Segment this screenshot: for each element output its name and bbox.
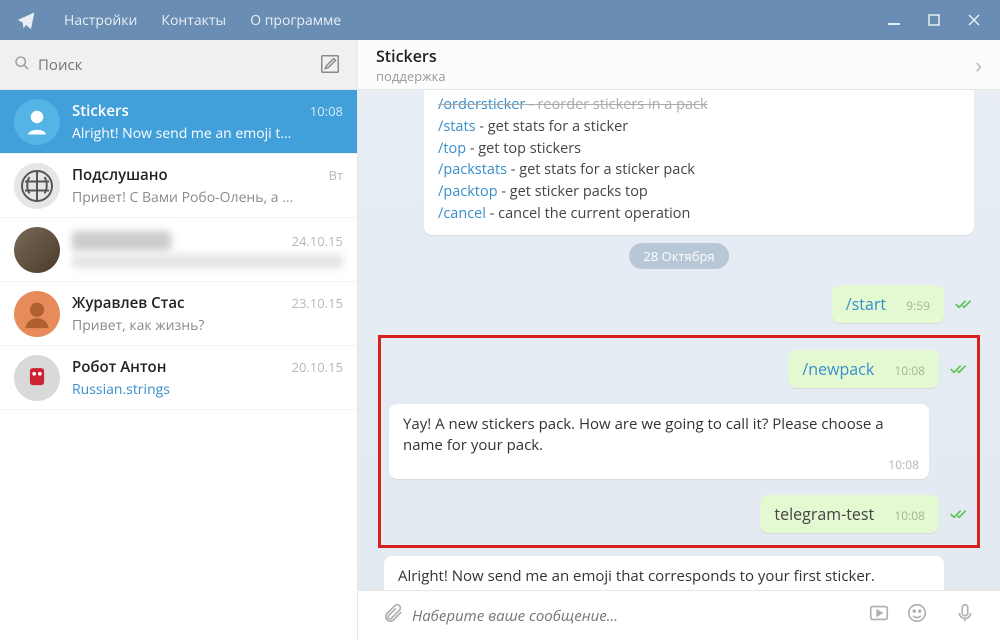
- chat-name: Stickers: [72, 101, 129, 121]
- chat-item-stickers[interactable]: Stickers 10:08 Alright! Now send me an em…: [0, 90, 357, 154]
- avatar: [14, 163, 60, 209]
- compose-icon[interactable]: [319, 53, 343, 77]
- chat-time: 10:08: [310, 102, 343, 120]
- message-time: 9:59: [906, 297, 930, 314]
- command-link[interactable]: /cancel: [438, 204, 486, 223]
- menu-contacts[interactable]: Контакты: [149, 11, 238, 30]
- chat-time: 20.10.15: [292, 358, 343, 376]
- menu-settings[interactable]: Настройки: [52, 11, 149, 30]
- command-link[interactable]: /packstats: [438, 160, 507, 179]
- minimize-icon[interactable]: [874, 0, 914, 40]
- chat-area: Stickers поддержка › /ordersticker - reo…: [358, 40, 1000, 640]
- read-ticks-icon: [954, 297, 974, 311]
- message-out[interactable]: /newpack 10:08: [788, 350, 939, 388]
- chat-name: Журавлев Стас: [72, 293, 185, 313]
- avatar: [14, 355, 60, 401]
- chat-item[interactable]: blurred name 24.10.15 blurred: [0, 218, 357, 282]
- chat-item[interactable]: Журавлев Стас 23.10.15 Привет, как жизнь?: [0, 282, 357, 346]
- date-separator: 28 Октября: [384, 243, 974, 269]
- chat-time: 23.10.15: [292, 294, 343, 312]
- chat-item[interactable]: Робот Антон 20.10.15 Russian.strings: [0, 346, 357, 410]
- command-link[interactable]: /packtop: [438, 182, 498, 201]
- search-input[interactable]: [38, 55, 319, 75]
- chat-time: Вт: [328, 166, 343, 184]
- message-in[interactable]: /ordersticker - reorder stickers in a pa…: [424, 90, 974, 235]
- chat-preview: blurred: [72, 254, 343, 268]
- chat-preview: Привет! С Вами Робо-Олень, а ...: [72, 188, 343, 207]
- highlight-box: /newpack 10:08 Yay! A new stickers pack.…: [378, 335, 980, 549]
- message-time: 10:08: [894, 507, 925, 524]
- chat-item[interactable]: Подслушано Вт Привет! С Вами Робо-Олень, …: [0, 154, 357, 218]
- media-icon[interactable]: [868, 602, 890, 629]
- chat-preview: Привет, как жизнь?: [72, 316, 343, 335]
- chevron-right-icon[interactable]: ›: [975, 50, 982, 80]
- chat-header[interactable]: Stickers поддержка ›: [358, 40, 1000, 90]
- read-ticks-icon: [949, 362, 969, 376]
- chat-time: 24.10.15: [292, 232, 343, 250]
- chat-subtitle: поддержка: [376, 67, 975, 85]
- chat-name: Робот Антон: [72, 357, 166, 377]
- compose-bar: [358, 590, 1000, 640]
- attach-icon[interactable]: [382, 602, 404, 629]
- emoji-icon[interactable]: [906, 602, 928, 629]
- avatar: [14, 227, 60, 273]
- avatar: [14, 99, 60, 145]
- chat-preview: Alright! Now send me an emoji t...: [72, 124, 343, 143]
- message-out[interactable]: telegram-test 10:08: [760, 495, 939, 533]
- menu-about[interactable]: О программе: [238, 11, 353, 30]
- message-out[interactable]: /start 9:59: [832, 285, 944, 323]
- chat-name: Подслушано: [72, 165, 168, 185]
- sidebar: Stickers 10:08 Alright! Now send me an em…: [0, 40, 358, 640]
- chat-title: Stickers: [376, 45, 975, 67]
- message-time: 10:08: [894, 362, 925, 379]
- telegram-logo-icon: [12, 6, 40, 34]
- maximize-icon[interactable]: [914, 0, 954, 40]
- chat-preview: Russian.strings: [72, 380, 343, 399]
- messages-pane[interactable]: /ordersticker - reorder stickers in a pa…: [358, 90, 1000, 590]
- message-input[interactable]: [412, 606, 860, 626]
- search-row: [0, 40, 357, 90]
- command-link[interactable]: /stats: [438, 117, 476, 136]
- message-time: 10:08: [888, 456, 919, 473]
- message-in[interactable]: Alright! Now send me an emoji that corre…: [384, 556, 944, 590]
- chat-list: Stickers 10:08 Alright! Now send me an em…: [0, 90, 357, 640]
- command-link[interactable]: /top: [438, 139, 466, 158]
- read-ticks-icon: [949, 507, 969, 521]
- microphone-icon[interactable]: [954, 602, 976, 629]
- chat-name: blurred name: [72, 231, 171, 251]
- message-in[interactable]: Yay! A new stickers pack. How are we goi…: [389, 404, 929, 480]
- close-icon[interactable]: [954, 0, 994, 40]
- search-icon: [14, 54, 30, 76]
- avatar: [14, 291, 60, 337]
- titlebar: Настройки Контакты О программе: [0, 0, 1000, 40]
